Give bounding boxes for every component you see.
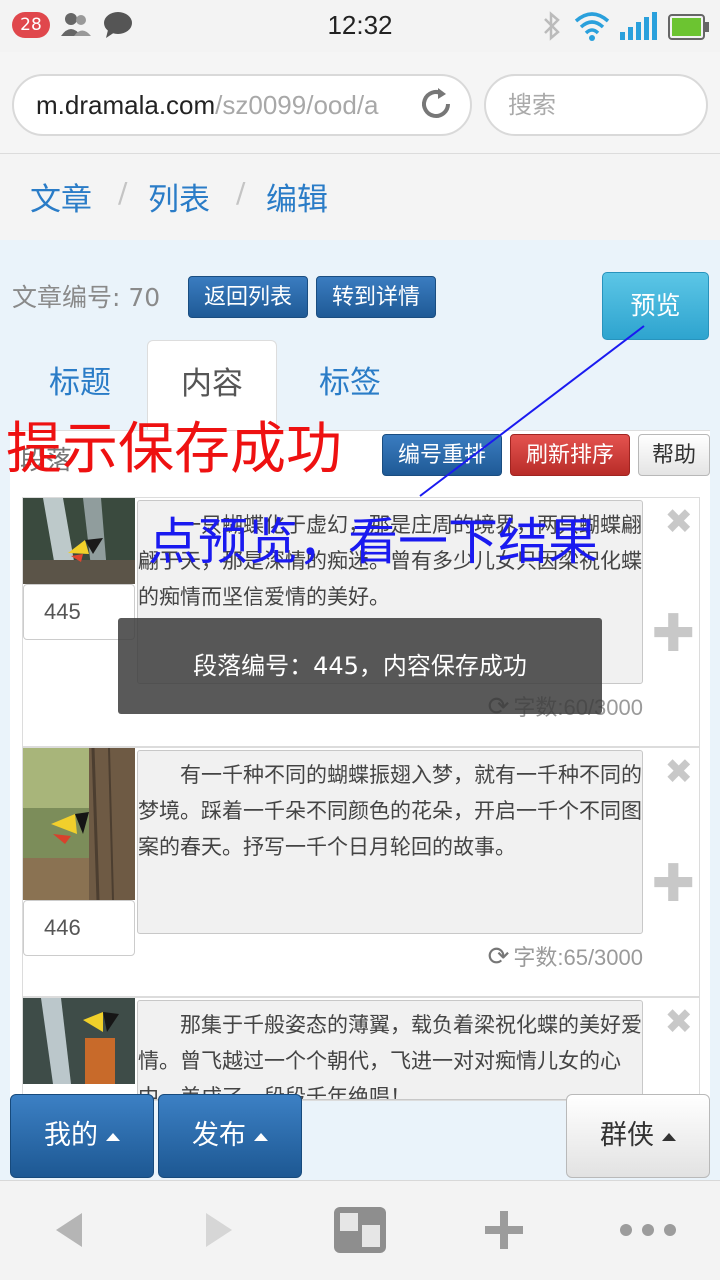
annotation-save-hint: 提示保存成功: [6, 417, 342, 482]
add-tab-icon[interactable]: [484, 1203, 524, 1261]
mine-menu-button[interactable]: 我的: [10, 1094, 154, 1178]
caret-up-icon: [106, 1132, 120, 1141]
group-menu-button[interactable]: 群侠: [566, 1094, 710, 1178]
caret-up-icon: [662, 1132, 676, 1141]
publish-label: 发布: [192, 1120, 246, 1151]
tabs-icon[interactable]: [332, 1205, 388, 1259]
back-icon[interactable]: [50, 1203, 86, 1261]
group-label: 群侠: [600, 1120, 654, 1151]
caret-up-icon: [254, 1132, 268, 1141]
annotation-preview-hint: 点预览，看一下结果: [148, 513, 598, 571]
forward-icon[interactable]: [202, 1203, 238, 1261]
mine-label: 我的: [44, 1120, 98, 1151]
browser-toolbar: [0, 1180, 720, 1280]
more-options-icon[interactable]: [618, 1203, 678, 1261]
publish-menu-button[interactable]: 发布: [158, 1094, 302, 1178]
annotation-arrow-line: [419, 325, 645, 497]
